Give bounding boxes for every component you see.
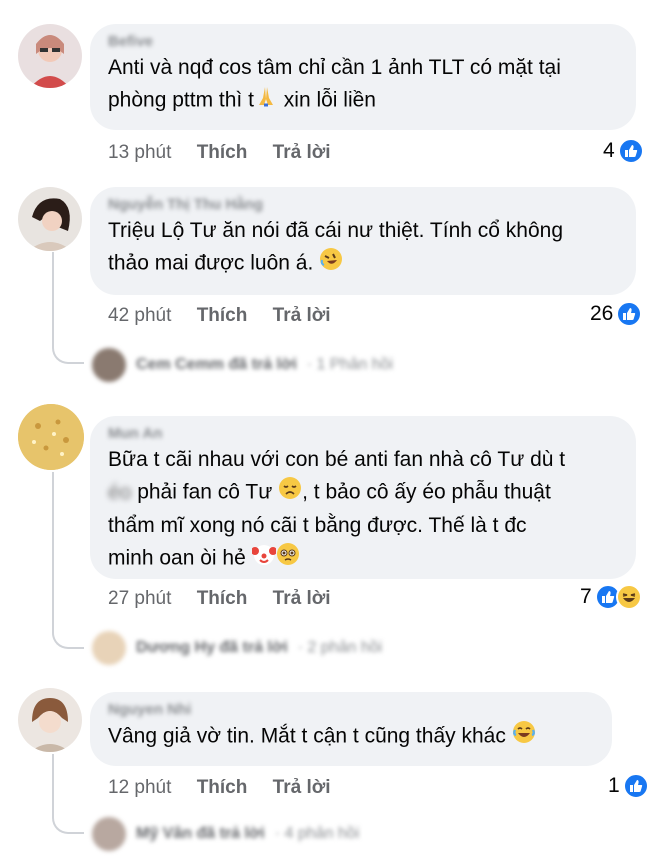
reply-author: Dương Hy đã trả lời bbox=[136, 639, 288, 656]
comment-bubble: Mun An Bữa t cãi nhau với con bé anti fa… bbox=[90, 416, 636, 579]
haha-reaction-icon bbox=[615, 584, 642, 610]
commenter-name[interactable]: Nguyễn Thị Thu Hằng bbox=[108, 195, 618, 215]
pleading-face-emoji bbox=[276, 542, 300, 576]
avatar[interactable] bbox=[18, 187, 82, 251]
reaction-count: 7 bbox=[580, 585, 592, 608]
thread-line bbox=[52, 754, 84, 834]
like-reaction-icon bbox=[622, 773, 649, 799]
reply-author: Mỹ Vân đã trả lời bbox=[136, 825, 265, 842]
like-button[interactable]: Thích bbox=[197, 142, 248, 163]
comment-meta: 12 phút Thích Trả lời bbox=[108, 777, 331, 799]
rolling-laughing-emoji bbox=[319, 247, 343, 281]
blurred-word: éo bbox=[108, 480, 132, 504]
reaction-summary[interactable]: 7 bbox=[580, 584, 642, 610]
comment-meta: 13 phút Thích Trả lời bbox=[108, 142, 331, 164]
avatar[interactable] bbox=[18, 404, 84, 470]
reaction-count: 1 bbox=[608, 774, 620, 797]
comment-text: Vâng giả vờ tin. Mắt t cận t cũng thấy k… bbox=[108, 720, 594, 754]
avatar bbox=[92, 817, 126, 851]
thread-line bbox=[52, 472, 84, 649]
comment-text: Triệu Lộ Tư ăn nói đã cái nư thiệt. Tính… bbox=[108, 215, 618, 281]
view-replies-link[interactable]: Dương Hy đã trả lời · 2 phản hồi bbox=[92, 631, 382, 665]
comment-bubble: Befive Anti và nqđ cos tâm chỉ cần 1 ảnh… bbox=[90, 24, 636, 130]
comment-text: Anti và nqđ cos tâm chỉ cần 1 ảnh TLT có… bbox=[108, 52, 618, 118]
like-reaction-icon bbox=[617, 138, 644, 164]
comment-text: Bữa t cãi nhau với con bé anti fan nhà c… bbox=[108, 444, 618, 576]
like-reaction-icon bbox=[616, 301, 643, 327]
comment-meta: 27 phút Thích Trả lời bbox=[108, 588, 331, 610]
reply-count: · 4 phản hồi bbox=[274, 825, 360, 842]
comment-bubble: Nguyễn Thị Thu Hằng Triệu Lộ Tư ăn nói đ… bbox=[90, 187, 636, 295]
disappointed-face-emoji bbox=[278, 476, 302, 510]
reply-count: · 1 Phản hồi bbox=[306, 356, 394, 373]
thread-line bbox=[52, 252, 84, 364]
reaction-count: 4 bbox=[603, 139, 615, 162]
comment-bubble: Nguyen Nhi Vâng giả vờ tin. Mắt t cận t … bbox=[90, 692, 612, 766]
reply-button[interactable]: Trả lời bbox=[273, 305, 331, 326]
reaction-summary[interactable]: 26 bbox=[590, 301, 643, 327]
reaction-count: 26 bbox=[590, 302, 614, 325]
avatar bbox=[92, 631, 126, 665]
reaction-summary[interactable]: 1 bbox=[608, 773, 649, 799]
reply-count: · 2 phản hồi bbox=[297, 639, 383, 656]
timestamp[interactable]: 27 phút bbox=[108, 588, 171, 609]
avatar bbox=[92, 348, 126, 382]
reaction-summary[interactable]: 4 bbox=[603, 138, 644, 164]
tears-of-joy-emoji bbox=[512, 720, 536, 754]
like-button[interactable]: Thích bbox=[197, 777, 248, 798]
timestamp[interactable]: 42 phút bbox=[108, 305, 171, 326]
commenter-name[interactable]: Nguyen Nhi bbox=[108, 700, 594, 720]
folded-hands-emoji bbox=[254, 84, 278, 118]
reply-author: Cem Cemm đã trả lời bbox=[136, 356, 297, 373]
timestamp[interactable]: 13 phút bbox=[108, 142, 171, 163]
view-replies-link[interactable]: Mỹ Vân đã trả lời · 4 phản hồi bbox=[92, 817, 359, 851]
reply-button[interactable]: Trả lời bbox=[273, 777, 331, 798]
avatar[interactable] bbox=[18, 688, 82, 752]
avatar[interactable] bbox=[18, 24, 82, 88]
timestamp[interactable]: 12 phút bbox=[108, 777, 171, 798]
reply-button[interactable]: Trả lời bbox=[273, 142, 331, 163]
commenter-name[interactable]: Befive bbox=[108, 32, 618, 52]
like-button[interactable]: Thích bbox=[197, 588, 248, 609]
like-button[interactable]: Thích bbox=[197, 305, 248, 326]
reply-button[interactable]: Trả lời bbox=[273, 588, 331, 609]
comment-meta: 42 phút Thích Trả lời bbox=[108, 305, 331, 327]
view-replies-link[interactable]: Cem Cemm đã trả lời · 1 Phản hồi bbox=[92, 348, 393, 382]
commenter-name[interactable]: Mun An bbox=[108, 424, 618, 444]
clown-face-emoji bbox=[250, 542, 277, 576]
